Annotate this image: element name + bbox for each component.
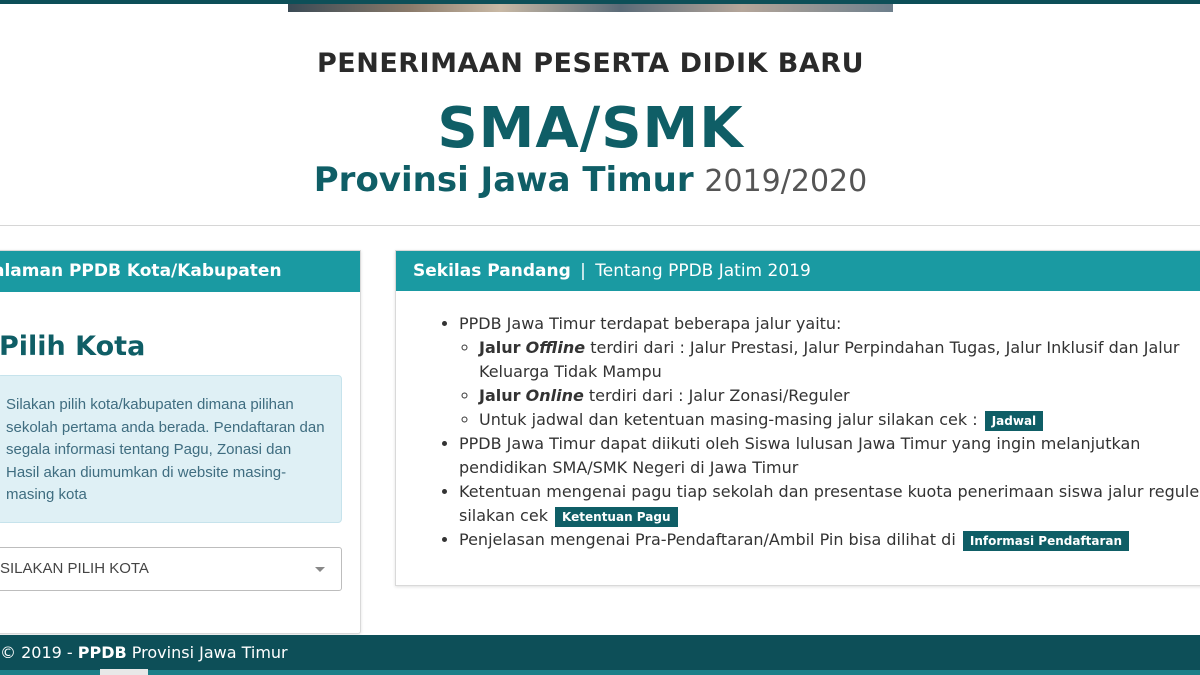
header-year: 2019/2020 <box>704 164 868 199</box>
header-divider <box>0 225 1200 226</box>
overview-panel: Sekilas Pandang | Tentang PPDB Jatim 201… <box>395 250 1200 586</box>
list-item-text: PPDB Jawa Timur terdapat beberapa jalur … <box>459 314 842 333</box>
jalur-type: Online <box>525 386 584 405</box>
overview-heading-title: Sekilas Pandang <box>413 261 571 281</box>
header-title-main: SMA/SMK <box>437 96 744 161</box>
overview-list: PPDB Jawa Timur terdapat beberapa jalur … <box>396 312 1200 552</box>
list-item-text: terdiri dari : Jalur Zonasi/Reguler <box>588 386 850 405</box>
list-item-text: terdiri dari : Jalur Prestasi, Jalur Per… <box>479 338 1180 381</box>
list-item: PPDB Jawa Timur terdapat beberapa jalur … <box>459 312 1200 432</box>
jalur-type: Offline <box>525 338 586 357</box>
header-title-line1: PENERIMAAN PESERTA DIDIK BARU <box>316 48 864 79</box>
footer-accent-line <box>0 670 1200 675</box>
footer-brand: PPDB <box>77 643 127 662</box>
list-item-text: Untuk jadwal dan ketentuan masing-masing… <box>479 410 978 429</box>
taskbar-fragment <box>100 669 148 675</box>
city-panel: alaman PPDB Kota/Kabupaten Pilih Kota Si… <box>0 250 361 634</box>
header-province: Provinsi Jawa Timur <box>313 160 694 200</box>
list-item: PPDB Jawa Timur dapat diikuti oleh Siswa… <box>459 432 1200 480</box>
overview-heading-subtitle: Tentang PPDB Jatim 2019 <box>595 261 811 281</box>
list-item: Untuk jadwal dan ketentuan masing-masing… <box>479 408 1200 432</box>
list-item: Penjelasan mengenai Pra-Pendaftaran/Ambi… <box>459 528 1200 552</box>
ketentuan-pagu-button[interactable]: Ketentuan Pagu <box>555 506 678 527</box>
jadwal-button[interactable]: Jadwal <box>984 410 1044 431</box>
jalur-label: Jalur <box>479 386 521 405</box>
city-info-box: Silakan pilih kota/kabupaten dimana pili… <box>0 375 342 523</box>
footer-province: Provinsi Jawa Timur <box>131 643 288 662</box>
header-title-line3: Provinsi Jawa Timur 2019/2020 <box>0 160 1181 200</box>
sub-list: Jalur Offline terdiri dari : Jalur Prest… <box>459 336 1200 432</box>
list-item: Jalur Online terdiri dari : Jalur Zonasi… <box>479 384 1200 408</box>
overview-content: PPDB Jawa Timur terdapat beberapa jalur … <box>396 312 1200 552</box>
city-select-value: SILAKAN PILIH KOTA <box>0 560 149 577</box>
list-item: Ketentuan mengenai pagu tiap sekolah dan… <box>459 480 1200 528</box>
city-panel-title: Pilih Kota <box>0 331 146 362</box>
list-item: Jalur Offline terdiri dari : Jalur Prest… <box>479 336 1200 384</box>
informasi-pendaftaran-button[interactable]: Informasi Pendaftaran <box>962 530 1130 551</box>
list-item-text: Penjelasan mengenai Pra-Pendaftaran/Ambi… <box>459 530 956 549</box>
heading-separator: | <box>580 261 586 281</box>
list-item-text: PPDB Jawa Timur dapat diikuti oleh Siswa… <box>459 434 1141 477</box>
footer: © 2019 - PPDB Provinsi Jawa Timur <box>0 635 1200 670</box>
chevron-down-icon <box>315 567 325 572</box>
jalur-label: Jalur <box>479 338 521 357</box>
banner-image <box>288 4 893 12</box>
overview-panel-heading: Sekilas Pandang | Tentang PPDB Jatim 201… <box>396 251 1200 291</box>
footer-copyright: © 2019 - <box>0 643 73 662</box>
city-panel-heading: alaman PPDB Kota/Kabupaten <box>0 251 360 292</box>
city-select[interactable]: SILAKAN PILIH KOTA <box>0 547 342 591</box>
